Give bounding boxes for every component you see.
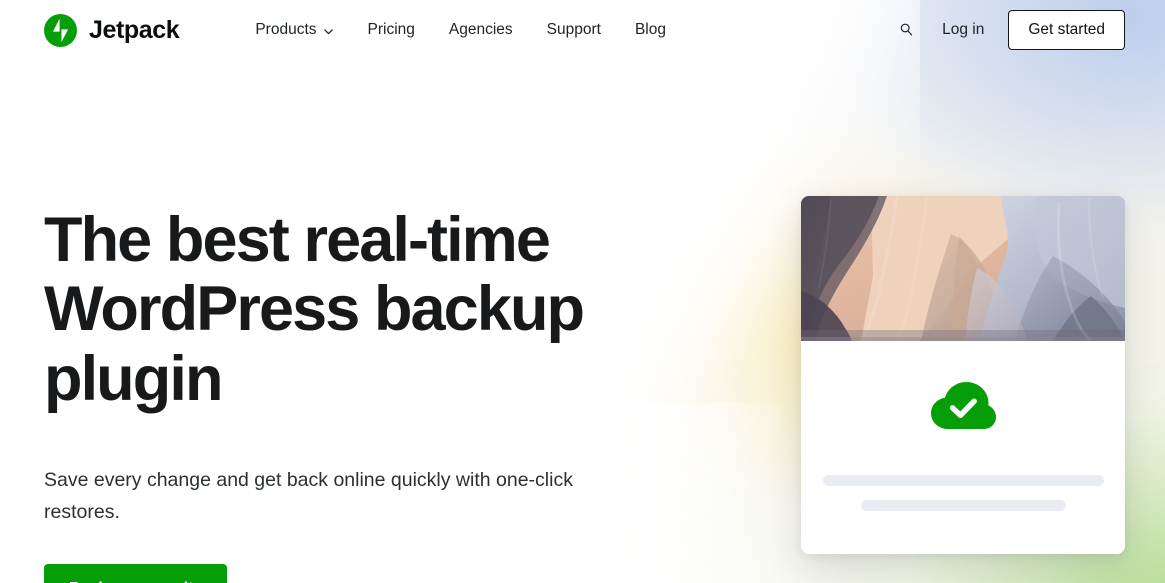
nav-label-pricing: Pricing — [367, 21, 415, 39]
jetpack-bolt-icon — [44, 13, 77, 47]
nav-item-pricing[interactable]: Pricing — [368, 22, 415, 38]
nav-item-products[interactable]: Products — [255, 22, 333, 38]
card-photo — [801, 196, 1125, 341]
search-icon — [900, 24, 912, 37]
card-body — [801, 341, 1125, 554]
jetpack-landing-page: Jetpack Products Pricing Agencies Suppor… — [0, 0, 1165, 583]
get-started-button[interactable]: Get started — [1008, 10, 1125, 50]
placeholder-row-2 — [801, 486, 1125, 511]
chevron-down-icon — [323, 28, 333, 34]
nav-label-support: Support — [546, 21, 601, 39]
site-header: Jetpack Products Pricing Agencies Suppor… — [0, 0, 1165, 60]
primary-navigation: Products Pricing Agencies Support Blog — [255, 22, 666, 38]
search-button[interactable] — [894, 18, 918, 42]
backup-your-site-button[interactable]: Back up your site — [44, 563, 228, 583]
hero-title-line-1: The best real-time — [44, 205, 551, 275]
placeholder-bar — [860, 500, 1066, 511]
brand-logo-link[interactable]: Jetpack — [44, 13, 180, 47]
nav-label-blog: Blog — [634, 21, 666, 39]
nav-item-blog[interactable]: Blog — [635, 22, 666, 38]
backup-preview-card — [801, 196, 1125, 554]
nav-item-support[interactable]: Support — [547, 22, 601, 38]
slot-canyon-photo — [801, 196, 1125, 341]
hero-title-line-2: WordPress backup plugin — [44, 274, 585, 414]
login-link[interactable]: Log in — [942, 21, 984, 39]
nav-item-agencies[interactable]: Agencies — [449, 22, 513, 38]
brand-name: Jetpack — [89, 15, 180, 44]
hero-subtitle: Save every change and get back online qu… — [44, 468, 573, 523]
page-title: The best real-time WordPress backup plug… — [44, 205, 734, 414]
placeholder-row-1 — [801, 431, 1125, 486]
hero-copy: The best real-time WordPress backup plug… — [44, 205, 744, 583]
cloud-check-icon — [931, 382, 996, 429]
placeholder-bar — [822, 475, 1104, 486]
header-actions: Log in Get started — [894, 10, 1125, 50]
nav-label-agencies: Agencies — [448, 21, 513, 39]
nav-label-products: Products — [255, 21, 317, 39]
